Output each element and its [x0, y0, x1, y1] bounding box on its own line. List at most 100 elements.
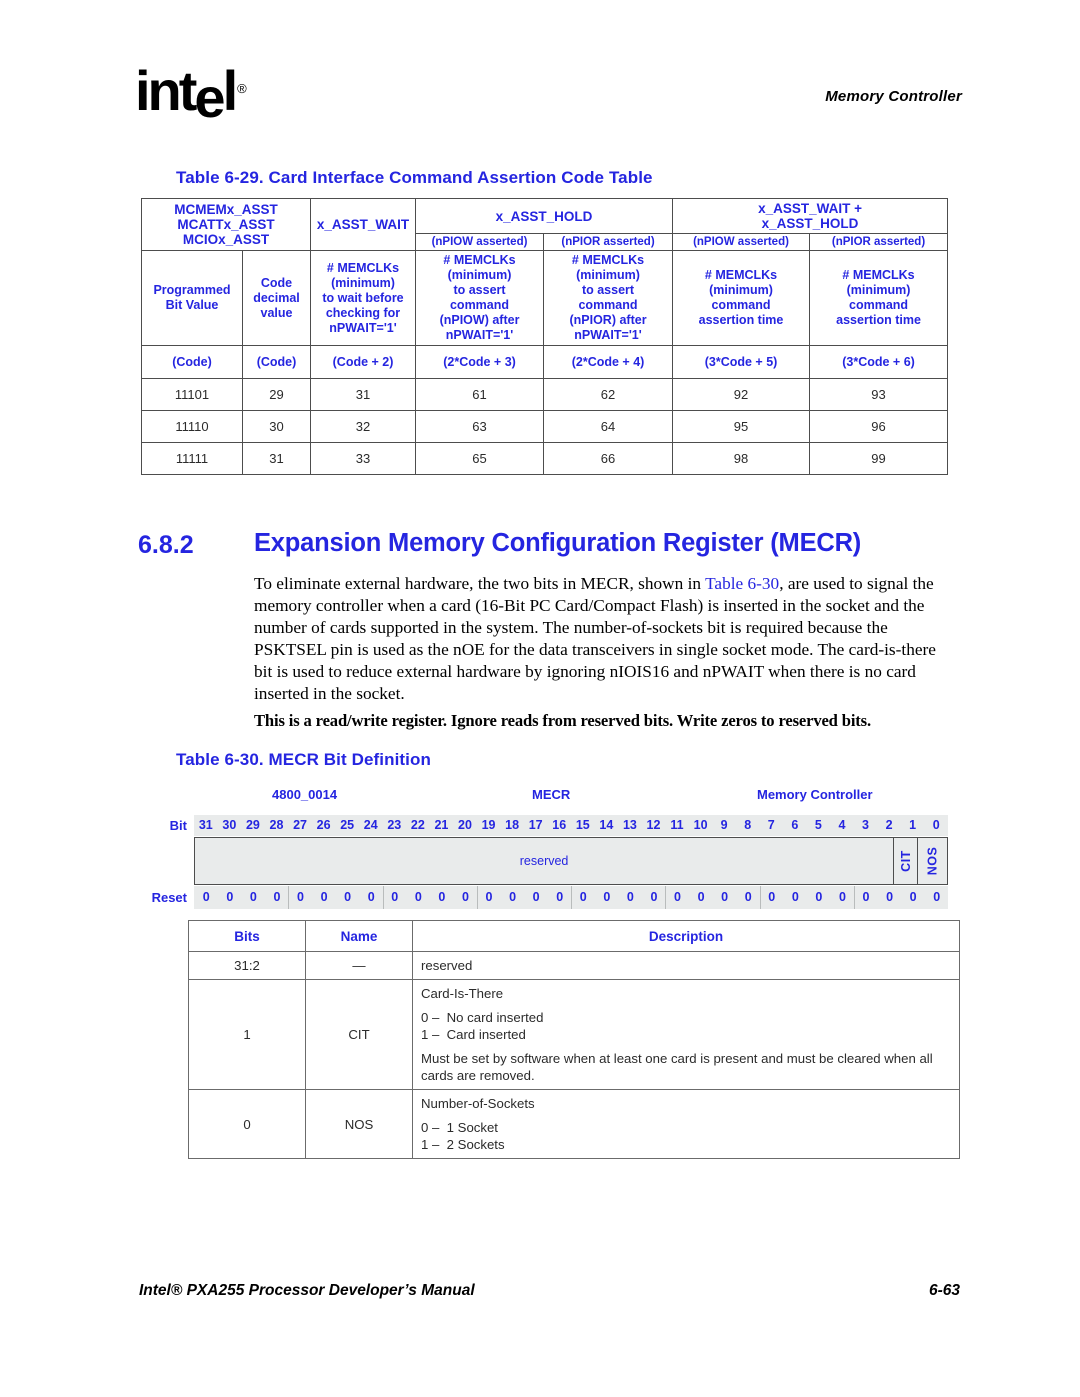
table-row-group-header: MCMEMx_ASST MCATTx_ASST MCIOx_ASST x_ASS… [140, 198, 949, 251]
reset-value: 0 [783, 886, 807, 909]
register-unit: Memory Controller [757, 787, 873, 802]
cell-bits: 1 [188, 979, 306, 1090]
bit-number: 10 [693, 818, 708, 832]
bit-number: 21 [434, 818, 449, 832]
intel-logo: intel ® [135, 59, 247, 129]
paragraph-part1: To eliminate external hardware, the two … [254, 574, 706, 593]
cell-3code6: 93 [809, 378, 949, 411]
bit-number: 4 [838, 818, 846, 832]
cell-codeplus2: 33 [310, 442, 417, 475]
reset-value: 0 [264, 886, 289, 909]
bit-number: 30 [222, 818, 237, 832]
cell-2code3: 63 [415, 410, 545, 443]
cell-memclks-piow-time: # MEMCLKs (minimum) command assertion ti… [672, 250, 811, 346]
bit-value-label: Bit Value [165, 298, 219, 312]
bit-number: 12 [646, 818, 661, 832]
bit-fields: reserved CIT NOS [194, 837, 948, 885]
cell-code: 30 [241, 410, 312, 443]
cell-programmed-bit-value: Programmed Bit Value [141, 250, 243, 346]
cell-sub-npior-waithold: (nPIOR asserted) [809, 233, 949, 251]
cell-description: Number-of-Sockets 0 – 1 Socket 1 – 2 Soc… [412, 1089, 960, 1159]
field-nos: NOS [917, 838, 947, 884]
reset-value: 0 [358, 886, 383, 909]
reset-value: 0 [853, 886, 878, 909]
mciox-asst-label: MCIOx_ASST [182, 232, 270, 247]
cell-2code4: 66 [543, 442, 674, 475]
reset-value: 0 [217, 886, 242, 909]
reset-value: 0 [523, 886, 548, 909]
reset-value-row: Reset 0 0 0 0 0 0 0 0 0 0 0 0 0 0 0 0 0 … [148, 886, 948, 909]
bit-number: 29 [245, 818, 260, 832]
bit-number: 27 [293, 818, 307, 832]
bit-number: 1 [909, 818, 917, 832]
value-label: value [260, 305, 293, 320]
header-description: Description [412, 920, 960, 952]
bit-number: 15 [575, 818, 590, 832]
mcattx-asst-label: MCATTx_ASST [177, 217, 275, 232]
read-write-note: This is a read/write register. Ignore re… [254, 711, 871, 730]
table-row: 0 NOS Number-of-Sockets 0 – 1 Socket 1 –… [188, 1089, 960, 1159]
cell-2code4: 64 [543, 410, 674, 443]
reset-row-label: Reset [151, 890, 187, 905]
document-page: intel ® Memory Controller Table 6-29. Car… [0, 0, 1080, 1397]
bit-row-label: Bit [169, 818, 187, 833]
reset-value: 0 [877, 886, 901, 909]
cell-memclks-wait: # MEMCLKs (minimum) to wait before check… [310, 250, 417, 346]
code-label: Code [260, 275, 293, 290]
bit-number: 7 [767, 818, 775, 832]
decimal-label: decimal [253, 290, 300, 305]
bit-number: 23 [387, 818, 402, 832]
cell-mc-asst-group: MCMEMx_ASST MCATTx_ASST MCIOx_ASST [140, 198, 312, 251]
bit-number: 19 [481, 818, 496, 832]
mcmemx-asst-label: MCMEMx_ASST [174, 202, 278, 217]
cell-2code3: 61 [415, 378, 545, 411]
bit-number: 22 [410, 818, 425, 832]
bit-field-spacer [148, 837, 194, 885]
reset-value: 0 [924, 886, 948, 909]
bit-number: 6 [791, 818, 799, 832]
cell-name: NOS [305, 1089, 413, 1159]
formula-cell-3: (2*Code + 3) [415, 345, 545, 379]
cell-bits: 0 [188, 1089, 306, 1159]
bit-number: 25 [340, 818, 355, 832]
cell-3code6: 99 [809, 442, 949, 475]
cell-bitvalue: 11111 [141, 442, 243, 475]
reset-value: 0 [194, 886, 218, 909]
wait-plus-hold-line1: x_ASST_WAIT + [758, 201, 862, 216]
table-row-formula: (Code) (Code) (Code + 2) (2*Code + 3) (2… [141, 345, 949, 379]
reset-value: 0 [571, 886, 595, 909]
footer-manual-title: Intel® PXA255 Processor Developer’s Manu… [139, 1282, 475, 1299]
desc-enum-0: 0 – 1 Socket [421, 1120, 498, 1135]
reset-value: 0 [688, 886, 713, 909]
reset-value: 0 [288, 886, 312, 909]
cell-3code5: 95 [672, 410, 811, 443]
cell-name: CIT [305, 979, 413, 1090]
field-cit-label: CIT [898, 850, 913, 872]
page-header: intel ® Memory Controller [0, 55, 1080, 135]
bit-number: 0 [932, 818, 940, 832]
table-6-30-title: Table 6-30. MECR Bit Definition [176, 750, 431, 769]
bit-number: 17 [528, 818, 543, 832]
bit-number: 26 [316, 818, 331, 832]
table-6-29: MCMEMx_ASST MCATTx_ASST MCIOx_ASST x_ASS… [140, 198, 949, 475]
registered-trademark-icon: ® [237, 81, 247, 96]
cell-codeplus2: 32 [310, 410, 417, 443]
table-6-30-crossref[interactable]: Table 6-30 [705, 574, 779, 593]
cell-sub-npiow-hold: (nPIOW asserted) [415, 233, 545, 251]
reset-value: 0 [406, 886, 430, 909]
cell-bitvalue: 11101 [141, 378, 243, 411]
cell-bits: 31:2 [188, 951, 306, 980]
bit-number: 2 [885, 818, 893, 832]
bit-number: 8 [744, 818, 752, 832]
desc-enum-1: 1 – 2 Sockets [421, 1137, 505, 1152]
programmed-label: Programmed [153, 283, 231, 297]
reset-value: 0 [500, 886, 524, 909]
desc-title: Card-Is-There [421, 986, 504, 1001]
section-paragraph: To eliminate external hardware, the two … [254, 573, 954, 706]
cell-codeplus2: 31 [310, 378, 417, 411]
desc-title: reserved [421, 958, 473, 973]
register-name: MECR [532, 787, 571, 802]
bit-field-row: reserved CIT NOS [148, 837, 948, 885]
bit-number: 3 [862, 818, 869, 832]
reset-value: 0 [712, 886, 736, 909]
